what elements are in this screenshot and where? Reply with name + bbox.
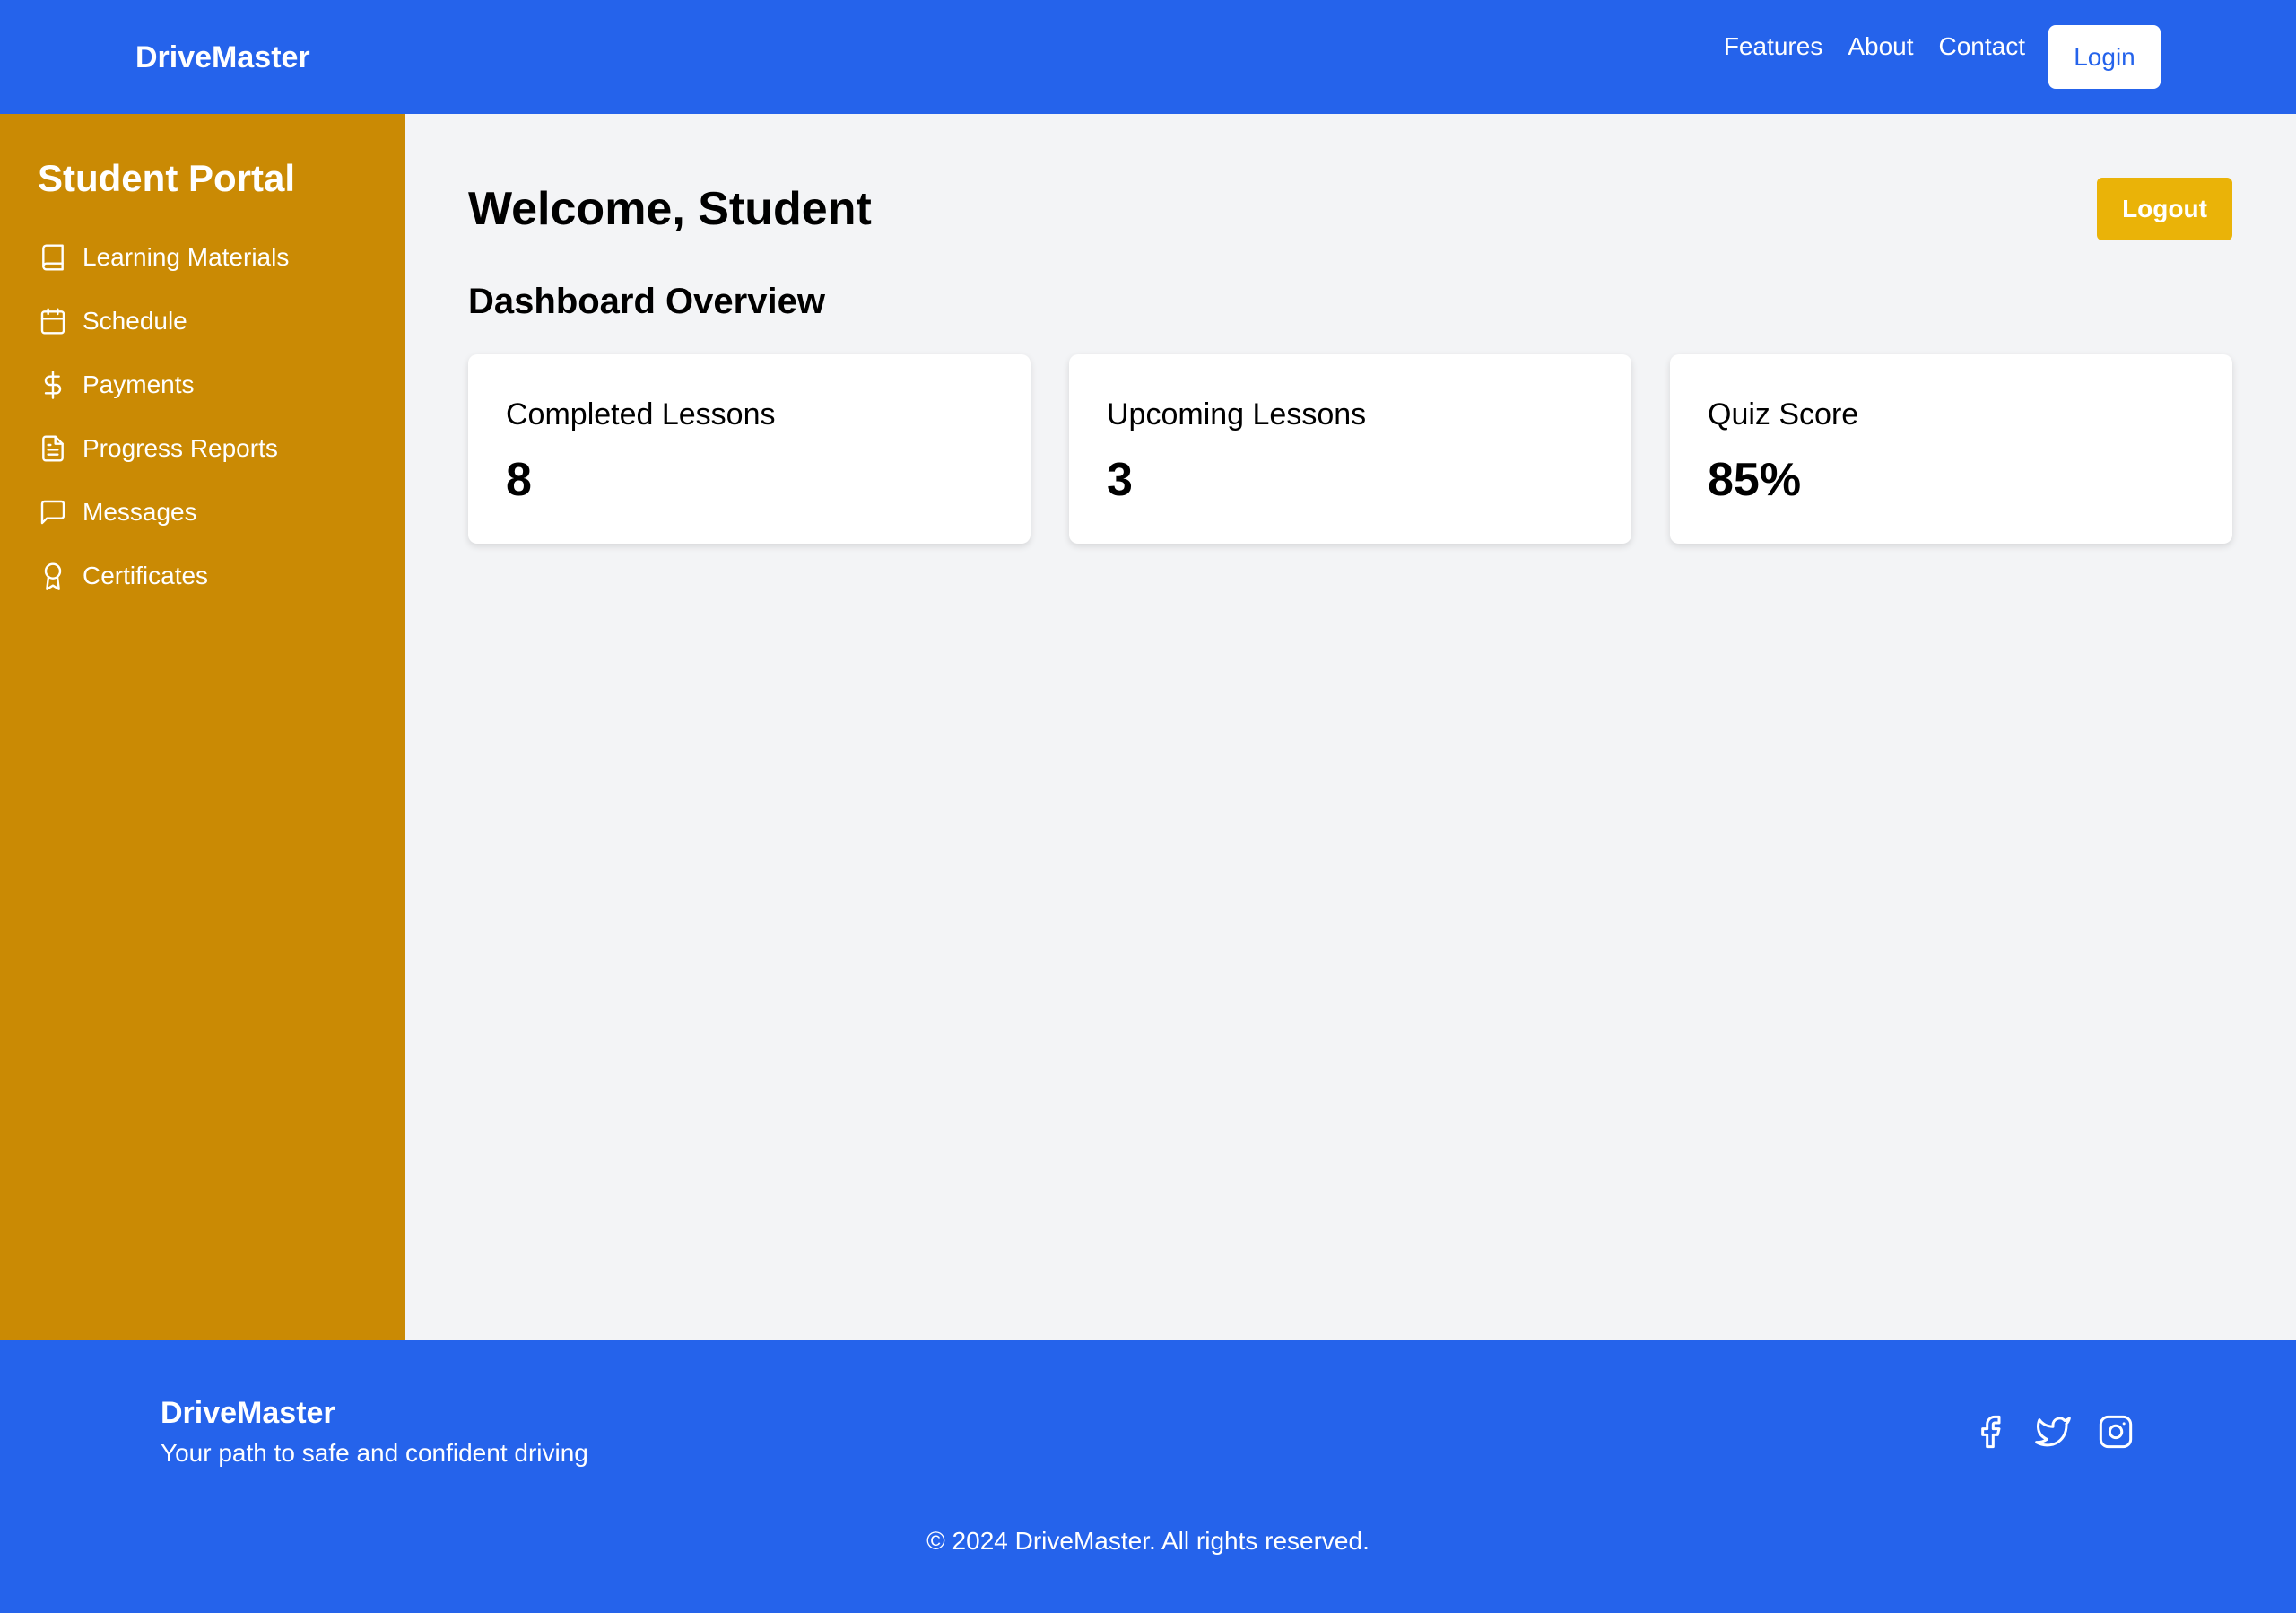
sidebar-item-learning-materials[interactable]: Learning Materials bbox=[38, 241, 289, 274]
sidebar-item-label: Progress Reports bbox=[83, 434, 278, 462]
sidebar-item-label: Messages bbox=[83, 498, 197, 526]
sidebar-item-certificates[interactable]: Certificates bbox=[38, 560, 289, 592]
page-title: Welcome, Student bbox=[468, 183, 872, 235]
sidebar-item-label: Certificates bbox=[83, 562, 209, 589]
footer: DriveMaster Your path to safe and confid… bbox=[0, 1340, 2296, 1613]
logout-button[interactable]: Logout bbox=[2097, 178, 2232, 240]
top-nav-links: Features About Contact bbox=[1699, 31, 2025, 63]
stat-card-quiz-score: Quiz Score 85% bbox=[1670, 354, 2232, 544]
nav-link-contact[interactable]: Contact bbox=[1939, 32, 2026, 61]
footer-tagline: Your path to safe and confident driving bbox=[161, 1439, 588, 1467]
stat-card-value: 8 bbox=[506, 454, 532, 506]
nav-link-about[interactable]: About bbox=[1848, 32, 1913, 61]
file-text-icon bbox=[38, 433, 68, 464]
sidebar-item-label: Learning Materials bbox=[83, 243, 290, 271]
sidebar-item-messages[interactable]: Messages bbox=[38, 496, 289, 528]
login-button[interactable]: Login bbox=[2048, 25, 2161, 89]
calendar-icon bbox=[38, 306, 68, 336]
stat-card-label: Quiz Score bbox=[1708, 397, 1859, 432]
nav-link-features[interactable]: Features bbox=[1724, 32, 1823, 61]
sidebar-item-schedule[interactable]: Schedule bbox=[38, 305, 289, 337]
stat-card-completed-lessons: Completed Lessons 8 bbox=[468, 354, 1031, 544]
facebook-icon[interactable] bbox=[1970, 1412, 2010, 1452]
sidebar-title: Student Portal bbox=[38, 157, 296, 199]
sidebar-item-payments[interactable]: Payments bbox=[38, 369, 289, 401]
message-icon bbox=[38, 497, 68, 527]
sidebar: Student Portal Learning Materials Schedu bbox=[0, 114, 405, 1340]
stat-card-label: Completed Lessons bbox=[506, 397, 776, 432]
stat-card-label: Upcoming Lessons bbox=[1107, 397, 1367, 432]
twitter-icon[interactable] bbox=[2033, 1412, 2073, 1452]
sidebar-item-progress-reports[interactable]: Progress Reports bbox=[38, 432, 289, 465]
stat-card-value: 3 bbox=[1107, 454, 1133, 506]
dollar-icon bbox=[38, 370, 68, 400]
brand-logo[interactable]: DriveMaster bbox=[135, 40, 310, 75]
top-navbar: DriveMaster Features About Contact Login bbox=[0, 0, 2296, 114]
stat-card-value: 85% bbox=[1708, 454, 1802, 506]
book-icon bbox=[38, 242, 68, 273]
sidebar-menu: Learning Materials Schedule Payments Pro… bbox=[38, 241, 289, 623]
sidebar-item-label: Schedule bbox=[83, 307, 187, 335]
stat-card-upcoming-lessons: Upcoming Lessons 3 bbox=[1069, 354, 1631, 544]
award-icon bbox=[38, 561, 68, 591]
instagram-icon[interactable] bbox=[2096, 1412, 2135, 1452]
main-content: Welcome, Student Logout Dashboard Overvi… bbox=[405, 114, 2296, 1340]
copyright-text: © 2024 DriveMaster. All rights reserved. bbox=[926, 1527, 1370, 1555]
section-title: Dashboard Overview bbox=[468, 282, 825, 321]
sidebar-item-label: Payments bbox=[83, 371, 195, 398]
footer-brand: DriveMaster bbox=[161, 1396, 335, 1430]
